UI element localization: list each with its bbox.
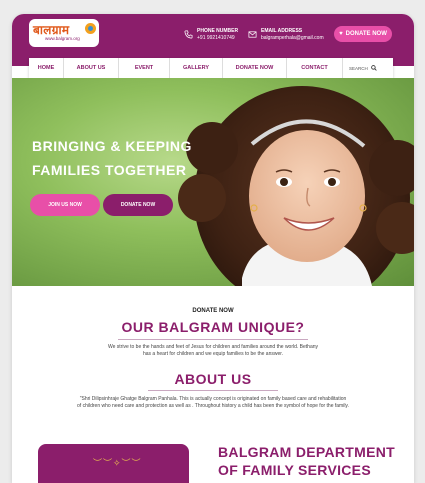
- logo-tagline: www.balgram.org: [45, 36, 80, 41]
- unique-description: We strive to be the hands and feet of Je…: [52, 344, 374, 358]
- unique-text-line1: We strive to be the hands and feet of Je…: [107, 344, 319, 350]
- search-label: SEARCH: [349, 65, 368, 71]
- hero-title: BRINGING & KEEPING FAMILIES TOGETHER: [32, 134, 192, 182]
- decorative-ornament-icon: ︶︶✧︶︶: [93, 458, 142, 468]
- nav-item-about-us[interactable]: ABOUT US: [64, 58, 119, 78]
- nav-item-event[interactable]: EVENT: [119, 58, 170, 78]
- nav-item-donate-now[interactable]: DONATE NOW: [223, 58, 287, 78]
- main-navigation: HOME ABOUT US EVENT GALLERY DONATE NOW C…: [29, 58, 393, 78]
- department-image-card: ︶︶✧︶︶: [38, 444, 189, 483]
- phone-label: PHONE NUMBER: [197, 28, 239, 34]
- hero-title-line1: BRINGING & KEEPING: [32, 138, 192, 154]
- donate-now-label: DONATE NOW: [345, 31, 387, 37]
- hero-girl-image: [178, 86, 414, 286]
- nav-item-contact[interactable]: CONTACT: [287, 58, 343, 78]
- about-text-line2: of children who need care and protection…: [77, 403, 349, 409]
- search-icon: [370, 65, 377, 71]
- unique-text-line2: has a heart for children and we equip fa…: [142, 351, 284, 357]
- hero-donate-button[interactable]: DONATE NOW: [103, 194, 173, 216]
- about-description: "Shri Dilipsinhraje Ghatge Balgram Panha…: [26, 396, 400, 410]
- email-label: EMAIL ADDRESS: [261, 28, 303, 34]
- join-us-button[interactable]: JOIN US NOW: [30, 194, 100, 216]
- unique-kicker[interactable]: DONATE NOW: [12, 308, 414, 314]
- nav-item-gallery[interactable]: GALLERY: [170, 58, 223, 78]
- about-text-line1: "Shri Dilipsinhraje Ghatge Balgram Panha…: [79, 396, 347, 402]
- department-title: BALGRAM DEPARTMENT OF FAMILY SERVICES: [218, 443, 395, 479]
- logo-emblem-dot: [88, 26, 93, 31]
- email-value[interactable]: balgramperhala@gmail.com: [261, 35, 324, 41]
- unique-divider: [118, 339, 308, 340]
- department-title-line1: BALGRAM DEPARTMENT: [218, 444, 396, 460]
- department-title-line2: OF FAMILY SERVICES: [218, 462, 371, 478]
- heart-icon: ♥: [339, 31, 343, 37]
- page-frame: बालग्राम www.balgram.org PHONE NUMBER +9…: [12, 14, 414, 483]
- nav-search[interactable]: SEARCH: [343, 65, 377, 71]
- phone-value[interactable]: +91 9921410749: [197, 35, 235, 41]
- donate-now-button[interactable]: ♥ DONATE NOW: [334, 26, 392, 42]
- hero-title-line2: FAMILIES TOGETHER: [32, 162, 187, 178]
- email-icon: [248, 31, 257, 38]
- unique-title: OUR BALGRAM UNIQUE?: [121, 319, 305, 335]
- nav-item-home[interactable]: HOME: [29, 58, 64, 78]
- phone-icon: [184, 30, 193, 39]
- site-logo[interactable]: बालग्राम www.balgram.org: [29, 19, 99, 47]
- about-title: ABOUT US: [174, 371, 252, 387]
- hero-banner: BRINGING & KEEPING FAMILIES TOGETHER JOI…: [12, 78, 414, 286]
- about-divider: [148, 390, 278, 391]
